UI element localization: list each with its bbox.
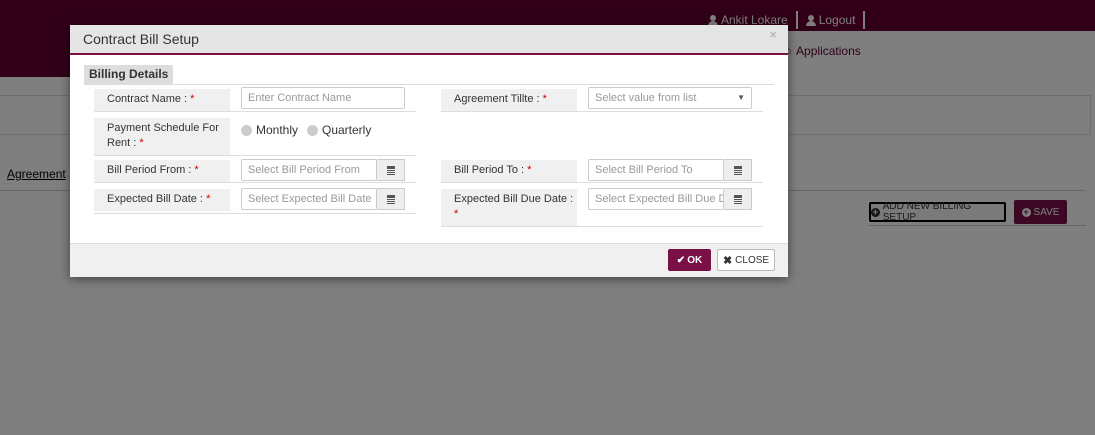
- modal-header: Contract Bill Setup ×: [70, 25, 788, 55]
- bill-period-to-label: Bill Period To : *: [441, 160, 577, 182]
- section-billing-details: Billing Details: [84, 65, 174, 84]
- calendar-button[interactable]: [377, 188, 405, 210]
- close-label: CLOSE: [735, 254, 770, 266]
- close-button[interactable]: ✖ CLOSE: [717, 249, 775, 271]
- check-icon: ✔: [676, 254, 686, 266]
- agreement-title-label: Agreement Tillte : *: [441, 89, 577, 111]
- contract-bill-setup-modal: Contract Bill Setup × Billing Details Co…: [70, 25, 788, 277]
- expected-bill-date-input[interactable]: Select Expected Bill Date: [241, 188, 377, 210]
- divider: [441, 182, 763, 183]
- calendar-button[interactable]: [724, 159, 752, 181]
- bill-period-from-label: Bill Period From : *: [94, 160, 230, 182]
- divider: [94, 213, 416, 214]
- radio-quarterly[interactable]: Quarterly: [307, 123, 371, 137]
- agreement-title-select[interactable]: Select value from list ▼: [588, 87, 752, 109]
- expected-bill-due-date-input[interactable]: Select Expected Bill Due D: [588, 188, 724, 210]
- divider: [441, 226, 763, 227]
- section-divider: [84, 84, 774, 85]
- radio-button-icon[interactable]: [241, 124, 252, 136]
- agreement-title-value: Select value from list: [595, 92, 697, 104]
- calendar-button[interactable]: [724, 188, 752, 210]
- calendar-icon: [733, 194, 742, 204]
- expected-bill-date-label: Expected Bill Date : *: [94, 189, 230, 211]
- radio-monthly[interactable]: Monthly: [241, 123, 298, 137]
- divider: [94, 182, 416, 183]
- calendar-icon: [386, 165, 395, 175]
- close-x-icon: ✖: [722, 254, 733, 267]
- radio-quarterly-label: Quarterly: [322, 123, 372, 137]
- calendar-button[interactable]: [377, 159, 405, 181]
- calendar-icon: [733, 165, 742, 175]
- expected-bill-due-date-label: Expected Bill Due Date : *: [441, 189, 577, 226]
- calendar-icon: [386, 194, 395, 204]
- divider: [94, 111, 416, 112]
- modal-footer: ✔ OK ✖ CLOSE: [70, 243, 788, 277]
- radio-monthly-label: Monthly: [256, 123, 299, 137]
- close-icon[interactable]: ×: [769, 27, 777, 42]
- divider: [94, 155, 416, 156]
- bill-period-to-input[interactable]: Select Bill Period To: [588, 159, 724, 181]
- modal-title: Contract Bill Setup: [83, 31, 199, 47]
- payment-schedule-label: Payment Schedule For Rent : *: [94, 118, 230, 155]
- contract-name-input[interactable]: Enter Contract Name: [241, 87, 405, 109]
- bill-period-from-input[interactable]: Select Bill Period From: [241, 159, 377, 181]
- ok-label: OK: [687, 254, 703, 266]
- divider: [441, 111, 763, 112]
- radio-button-icon[interactable]: [307, 124, 318, 136]
- ok-button[interactable]: ✔ OK: [668, 249, 711, 271]
- chevron-down-icon: ▼: [737, 93, 745, 102]
- contract-name-label: Contract Name : *: [94, 89, 230, 111]
